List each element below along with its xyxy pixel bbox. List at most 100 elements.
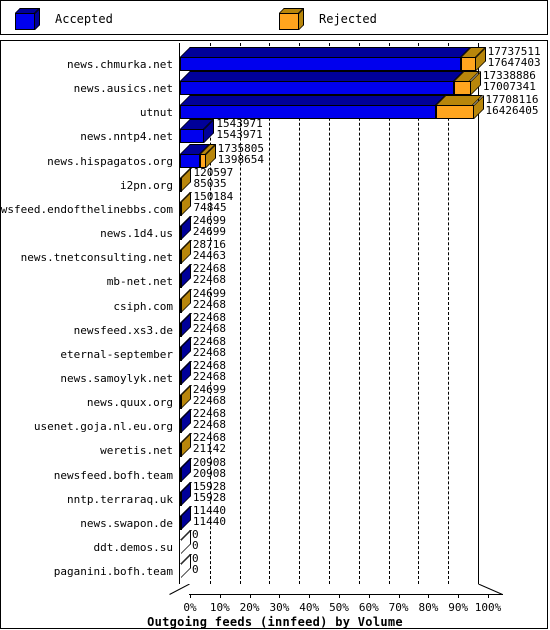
bar-value-labels: 1543971 1543971 <box>216 118 262 140</box>
x-axis-tick-mark <box>249 594 251 598</box>
category-label: csiph.com <box>113 299 173 313</box>
value-rejected: 1543971 <box>216 128 263 142</box>
value-rejected: 74845 <box>193 200 227 214</box>
bar-value-labels: 24699 22468 <box>193 384 226 406</box>
x-axis-tick-mark <box>368 594 370 598</box>
bar-segment-accepted <box>180 457 192 482</box>
cube-icon-accepted <box>15 8 41 30</box>
category-label: news.swapon.de <box>80 516 173 530</box>
bar-value-labels: 20908 20908 <box>193 457 226 479</box>
bar-segment-empty <box>180 530 192 554</box>
bar-segment-rejected <box>180 240 192 265</box>
value-rejected: 0 <box>192 563 199 577</box>
axis-depth-right <box>478 584 503 595</box>
bar-value-labels: 22468 22468 <box>193 336 226 358</box>
chart-title: Outgoing feeds (innfeed) by Volume <box>147 615 403 629</box>
value-rejected: 17007341 <box>482 80 536 94</box>
x-axis-tick-mark <box>339 594 340 598</box>
category-label: news.chmurka.net <box>67 58 173 71</box>
category-label: usenet.goja.nl.eu.org <box>33 420 173 434</box>
category-label: news.ausics.net <box>73 82 173 96</box>
value-rejected: 21142 <box>192 442 227 456</box>
bar-segment-rejected <box>180 167 192 192</box>
category-label: nntp.terraraq.uk <box>67 492 173 506</box>
value-rejected: 24463 <box>192 249 227 263</box>
bar-value-labels: 22468 21142 <box>193 432 226 454</box>
legend-label-accepted: Accepted <box>55 12 113 26</box>
x-axis-tick-mark <box>488 594 489 598</box>
gridline <box>329 43 330 584</box>
bar-segment-rejected <box>180 385 192 410</box>
bar-segment-accepted <box>180 119 215 144</box>
bar-segment-accepted <box>180 312 192 337</box>
category-label: newsfeed.endofthelinebbs.com <box>0 202 173 216</box>
value-rejected: 1398654 <box>217 152 264 166</box>
legend-item-accepted: Accepted <box>15 8 113 30</box>
x-axis-tick-mark <box>190 594 191 598</box>
category-label: news.nntp4.net <box>80 130 173 144</box>
bar-segment-rejected <box>180 433 192 458</box>
value-accepted: 22468 <box>192 310 227 324</box>
cube-icon-rejected <box>279 8 305 30</box>
bar-value-labels: 17338886 17007341 <box>483 70 536 92</box>
value-rejected: 17647403 <box>487 56 541 69</box>
value-rejected: 0 <box>192 539 199 552</box>
value-accepted: 20908 <box>192 455 227 469</box>
value-rejected: 24699 <box>192 225 227 239</box>
value-rejected: 22468 <box>192 345 227 359</box>
category-label: eternal-september <box>60 347 173 361</box>
gridline <box>299 43 301 584</box>
bar-value-labels: 22468 22468 <box>193 360 226 382</box>
bar-value-labels: 22468 22468 <box>193 408 226 430</box>
value-accepted: 24699 <box>192 286 227 300</box>
bar-value-labels: 17708116 16426405 <box>486 94 539 116</box>
category-label: news.samoylyk.net <box>60 371 173 385</box>
value-rejected: 22468 <box>192 321 227 335</box>
gridline <box>358 43 360 584</box>
bar-value-labels: 22468 22468 <box>193 263 226 285</box>
chart-legend: Accepted Rejected <box>0 0 548 35</box>
axis-depth-left <box>169 584 190 595</box>
bar-segment-rejected <box>180 288 192 313</box>
legend-item-rejected: Rejected <box>279 8 377 30</box>
value-rejected: 11440 <box>192 514 227 528</box>
bar-segment-accepted <box>180 360 192 385</box>
value-rejected: 22468 <box>192 369 227 383</box>
x-axis-tick-mark <box>279 594 281 598</box>
gridline <box>418 43 420 584</box>
value-accepted: 1735805 <box>217 141 264 155</box>
gridline <box>388 43 390 584</box>
bar-value-labels: 11440 11440 <box>193 505 226 527</box>
category-label: newsfeed.bofh.team <box>53 468 173 482</box>
bar-value-labels: 15928 15928 <box>193 481 226 503</box>
bar-segment-rejected <box>436 95 484 120</box>
bar-segment-accepted <box>180 481 192 506</box>
bar-value-labels: 00 <box>192 553 199 575</box>
category-label: news.quux.org <box>86 396 173 410</box>
bar-value-labels: 17737511 17647403 <box>488 46 541 68</box>
bar-value-labels: 00 <box>192 529 199 551</box>
bar-value-labels: 22468 22468 <box>193 312 226 334</box>
bar-segment-accepted <box>180 505 192 530</box>
bar-segment-empty <box>180 554 192 579</box>
x-axis-line <box>189 594 503 595</box>
category-label: news.1d4.us <box>100 227 173 241</box>
bar-value-labels: 28716 24463 <box>193 239 226 261</box>
bar-segment-accepted <box>180 216 192 241</box>
category-label: utnut <box>139 106 173 120</box>
bar-value-labels: 24699 22468 <box>193 288 226 310</box>
x-axis-tick-mark <box>428 594 430 598</box>
x-axis-tick-mark <box>398 594 400 598</box>
bar-value-labels: 1735805 1398654 <box>218 143 264 165</box>
bar-segment-accepted <box>180 336 192 361</box>
bar-segment-rejected <box>454 71 481 96</box>
value-rejected: 22468 <box>192 297 227 311</box>
bar-segment-accepted <box>180 71 465 96</box>
bar-segment-accepted <box>180 264 192 289</box>
value-rejected: 20908 <box>192 466 227 480</box>
category-label: news.hispagatos.org <box>47 154 173 168</box>
x-axis-tick-label: 100% <box>474 601 502 614</box>
x-axis-tick-mark <box>219 594 221 598</box>
bar-segment-accepted <box>180 409 192 434</box>
bar-value-labels: 120597 85035 <box>193 167 233 189</box>
